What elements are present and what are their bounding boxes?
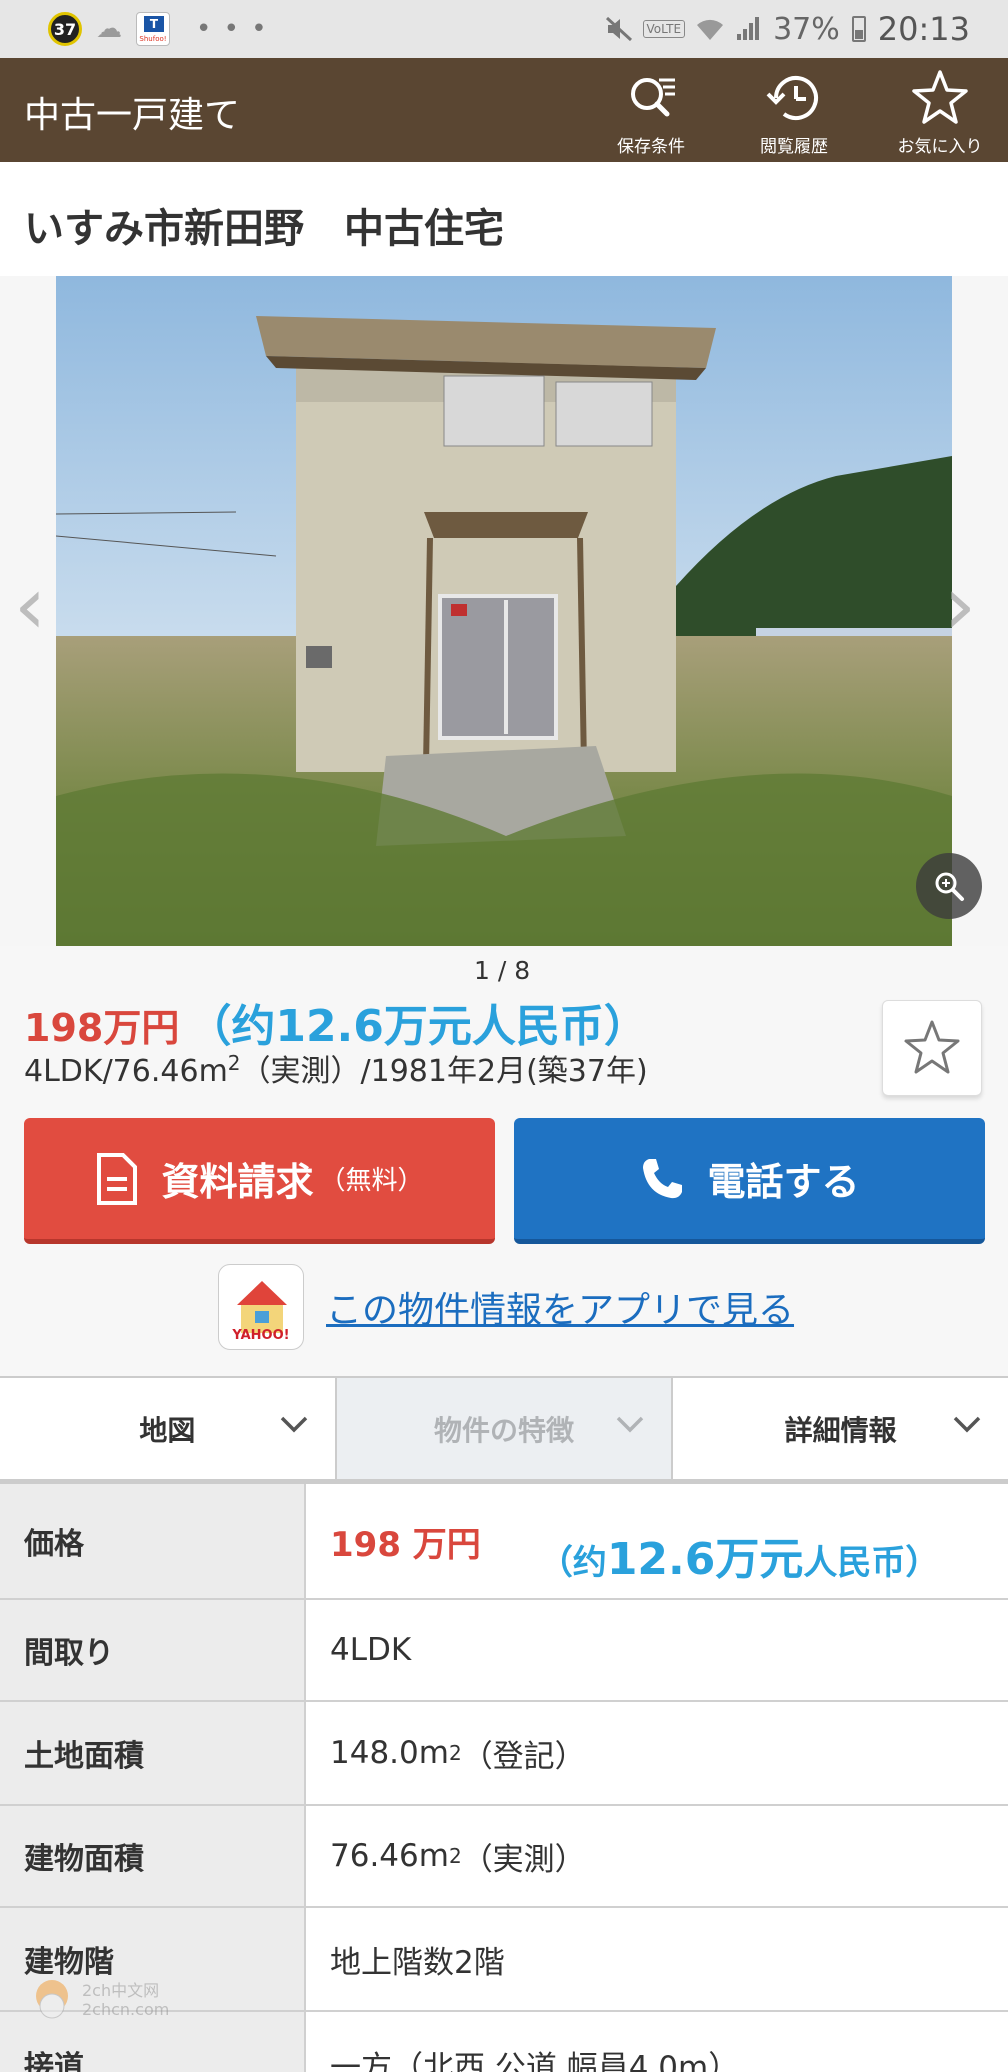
property-spec: 4LDK/76.46m2（実測）/1981年2月(築37年) [24, 1051, 648, 1089]
price-rmb: （约12.6万元人民币） [187, 1001, 648, 1052]
road-access-value: 一方（北西 公道 幅員4.0m） [306, 2012, 1008, 2072]
phone-call-label: 電話する [707, 1160, 860, 1204]
phone-icon [643, 1158, 683, 1198]
shufoo-app-icon: T Shufoo! [136, 12, 170, 46]
open-in-app-link[interactable]: YAHOO! この物件情報をアプリで見る [218, 1264, 794, 1350]
section-tabs: 地図 物件の特徴 詳細情報 [0, 1376, 1008, 1484]
photo-counter: 1 / 8 [474, 956, 531, 985]
next-photo-arrow-icon[interactable]: › [944, 566, 976, 646]
layout-value: 4LDK [306, 1600, 1008, 1700]
favorites-button[interactable]: お気に入り [880, 68, 1000, 158]
volte-icon: VoLTE [642, 20, 686, 38]
mute-icon [605, 16, 632, 42]
yahoo-realestate-app-icon: YAHOO! [218, 1264, 304, 1350]
floors-value: 地上階数2階 [306, 1908, 1008, 2010]
phone-call-button[interactable]: 電話する [514, 1118, 985, 1244]
building-area-value: 76.46m 2 （実測） [306, 1806, 1008, 1906]
favorites-label: お気に入り [897, 137, 983, 157]
request-free-label: （無料） [319, 1166, 424, 1196]
tab-features[interactable]: 物件の特徴 [334, 1378, 672, 1479]
app-header: 中古一戸建て 保存条件 閲覧履歴 お気に入り [0, 58, 1008, 162]
wifi-icon [697, 19, 724, 40]
cloud-icon: ☁ [96, 14, 122, 44]
battery-icon [851, 16, 866, 42]
add-favorite-button[interactable] [882, 1000, 982, 1096]
saved-conditions-button[interactable]: 保存条件 [591, 68, 711, 158]
land-area-value: 148.0m 2 （登記） [306, 1702, 1008, 1804]
price-label: 価格 [0, 1484, 306, 1598]
previous-photo-arrow-icon[interactable]: ‹ [14, 566, 46, 646]
tab-details[interactable]: 詳細情報 [671, 1378, 1008, 1479]
history-label: 閲覧履歴 [760, 137, 828, 157]
tab-map[interactable]: 地図 [0, 1378, 335, 1479]
site-watermark: 2ch中文网 2chcn.com [30, 1976, 169, 2024]
clock: 20:13 [877, 10, 970, 48]
chevron-down-icon [617, 1416, 644, 1433]
search-list-icon [631, 78, 675, 117]
more-notifications-icon: • • • [196, 14, 269, 44]
building-area-label: 建物面積 [0, 1806, 306, 1906]
signal-icon [737, 17, 760, 40]
magnifier-icon [935, 872, 964, 901]
page-title: 中古一戸建て [24, 95, 241, 136]
land-area-label: 土地面積 [0, 1702, 306, 1804]
chevron-down-icon [280, 1416, 307, 1433]
chevron-down-icon [953, 1416, 981, 1433]
layout-label: 間取り [0, 1600, 306, 1700]
zoom-button[interactable] [916, 853, 982, 919]
watermark-logo-icon [36, 1980, 68, 2019]
table-row: 建物面積 76.46m 2 （実測） [0, 1806, 1008, 1908]
saved-conditions-label: 保存条件 [617, 137, 685, 157]
property-title: いすみ市新田野 中古住宅 [24, 206, 504, 252]
status-bar: 37 ☁ T Shufoo! • • • VoLTE 37% 20:13 [0, 0, 1008, 58]
notification-count-badge: 37 [48, 12, 82, 46]
photo-gallery[interactable]: ‹ › [0, 276, 1008, 946]
request-documents-button[interactable]: 資料請求 （無料） [24, 1118, 495, 1244]
price-value-cell: 198 万円 （约12.6万元人民币） [306, 1484, 1008, 1598]
open-in-app-text: この物件情報をアプリで見る [326, 1290, 795, 1331]
star-icon [912, 70, 968, 124]
history-clock-icon [766, 76, 818, 120]
table-row: 価格 198 万円 （约12.6万元人民币） [0, 1484, 1008, 1600]
star-outline-icon [904, 1020, 960, 1074]
price-row: 198万円 （约12.6万元人民币） [24, 990, 648, 1054]
table-row: 間取り 4LDK [0, 1600, 1008, 1702]
document-icon [97, 1152, 138, 1205]
battery-percent: 37% [773, 11, 840, 47]
property-photo[interactable] [56, 276, 952, 946]
price: 198万円 [24, 1006, 180, 1050]
request-documents-label: 資料請求 [161, 1160, 314, 1204]
history-button[interactable]: 閲覧履歴 [734, 68, 854, 158]
table-row: 土地面積 148.0m 2 （登記） [0, 1702, 1008, 1806]
